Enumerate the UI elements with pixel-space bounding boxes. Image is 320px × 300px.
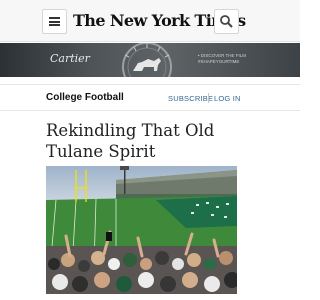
article-photo[interactable] bbox=[46, 166, 237, 294]
advertisement-banner[interactable]: Cartier • Discover the film #SHAPEYOURTI… bbox=[0, 43, 300, 77]
search-button[interactable] bbox=[214, 9, 239, 34]
login-link[interactable]: LOG IN bbox=[214, 94, 241, 103]
menu-button[interactable] bbox=[42, 9, 67, 34]
search-icon bbox=[220, 15, 233, 28]
ad-text: • Discover the film #SHAPEYOURTIME bbox=[198, 53, 246, 64]
ad-brand: Cartier bbox=[50, 52, 90, 65]
section-title[interactable]: College Football bbox=[46, 92, 124, 103]
subscribe-link[interactable]: SUBSCRIBE bbox=[168, 94, 213, 103]
nyt-logo[interactable]: The New York Times bbox=[73, 10, 246, 32]
stadium-photo-image bbox=[46, 166, 237, 294]
ad-artwork bbox=[122, 43, 172, 77]
article-headline[interactable]: Rekindling That Old Tulane Spirit bbox=[46, 120, 256, 162]
top-bar: The New York Times bbox=[0, 0, 300, 42]
hamburger-menu-icon bbox=[49, 17, 60, 26]
divider bbox=[208, 93, 209, 103]
section-bar: College Football SUBSCRIBE LOG IN bbox=[0, 84, 300, 111]
